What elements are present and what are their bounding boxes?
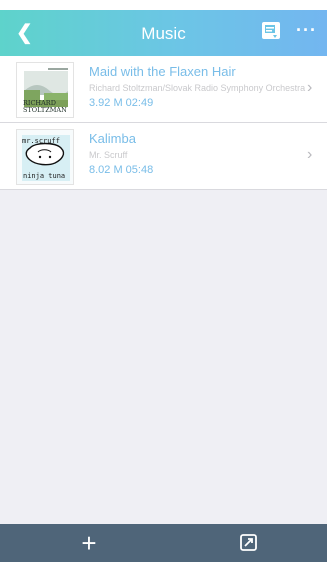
track-list: RICHARD STOLTZMAN Maid with the Flaxen H… (0, 56, 327, 190)
back-button[interactable]: ❮ (16, 20, 40, 46)
album-cover: RICHARD STOLTZMAN (16, 62, 74, 118)
track-title: Kalimba (89, 131, 136, 146)
track-title: Maid with the Flaxen Hair (89, 64, 236, 79)
page-title: Music (141, 24, 186, 43)
track-artist: Mr. Scruff (89, 150, 128, 160)
back-chevron-icon: ❮ (16, 22, 33, 44)
cover-text-line-2: STOLTZMAN (23, 106, 67, 114)
document-button[interactable] (260, 20, 282, 42)
more-button[interactable]: ··· (296, 20, 320, 42)
add-button[interactable]: + (76, 530, 102, 556)
plus-icon: + (81, 528, 97, 558)
header-bar: ❮ Music ··· (0, 10, 327, 56)
track-item-maid-with-the-flaxen-hair[interactable]: RICHARD STOLTZMAN Maid with the Flaxen H… (0, 56, 327, 123)
track-meta: 8.02 M 05:48 (89, 164, 154, 176)
status-bar (0, 0, 327, 10)
track-meta: 3.92 M 02:49 (89, 97, 154, 109)
chevron-right-icon: › (307, 146, 313, 163)
more-dots-icon: ··· (296, 20, 317, 40)
track-item-kalimba[interactable]: mr.scruff ninja tuna Kalimba Mr. Scruff … (0, 123, 327, 190)
cover-text-line-2: ninja tuna (23, 172, 65, 180)
share-icon (240, 534, 257, 551)
bottom-toolbar: + (0, 524, 327, 562)
cover-text-line-1: mr.scruff (22, 137, 60, 145)
album-cover: mr.scruff ninja tuna (16, 129, 74, 185)
share-button[interactable] (238, 532, 260, 554)
track-artist: Richard Stoltzman/Slovak Radio Symphony … (89, 83, 306, 93)
chevron-right-icon: › (307, 79, 313, 96)
document-icon (262, 22, 280, 39)
music-screen: ❮ Music ··· RICHARD STOLTZMAN Maid with … (0, 0, 327, 562)
